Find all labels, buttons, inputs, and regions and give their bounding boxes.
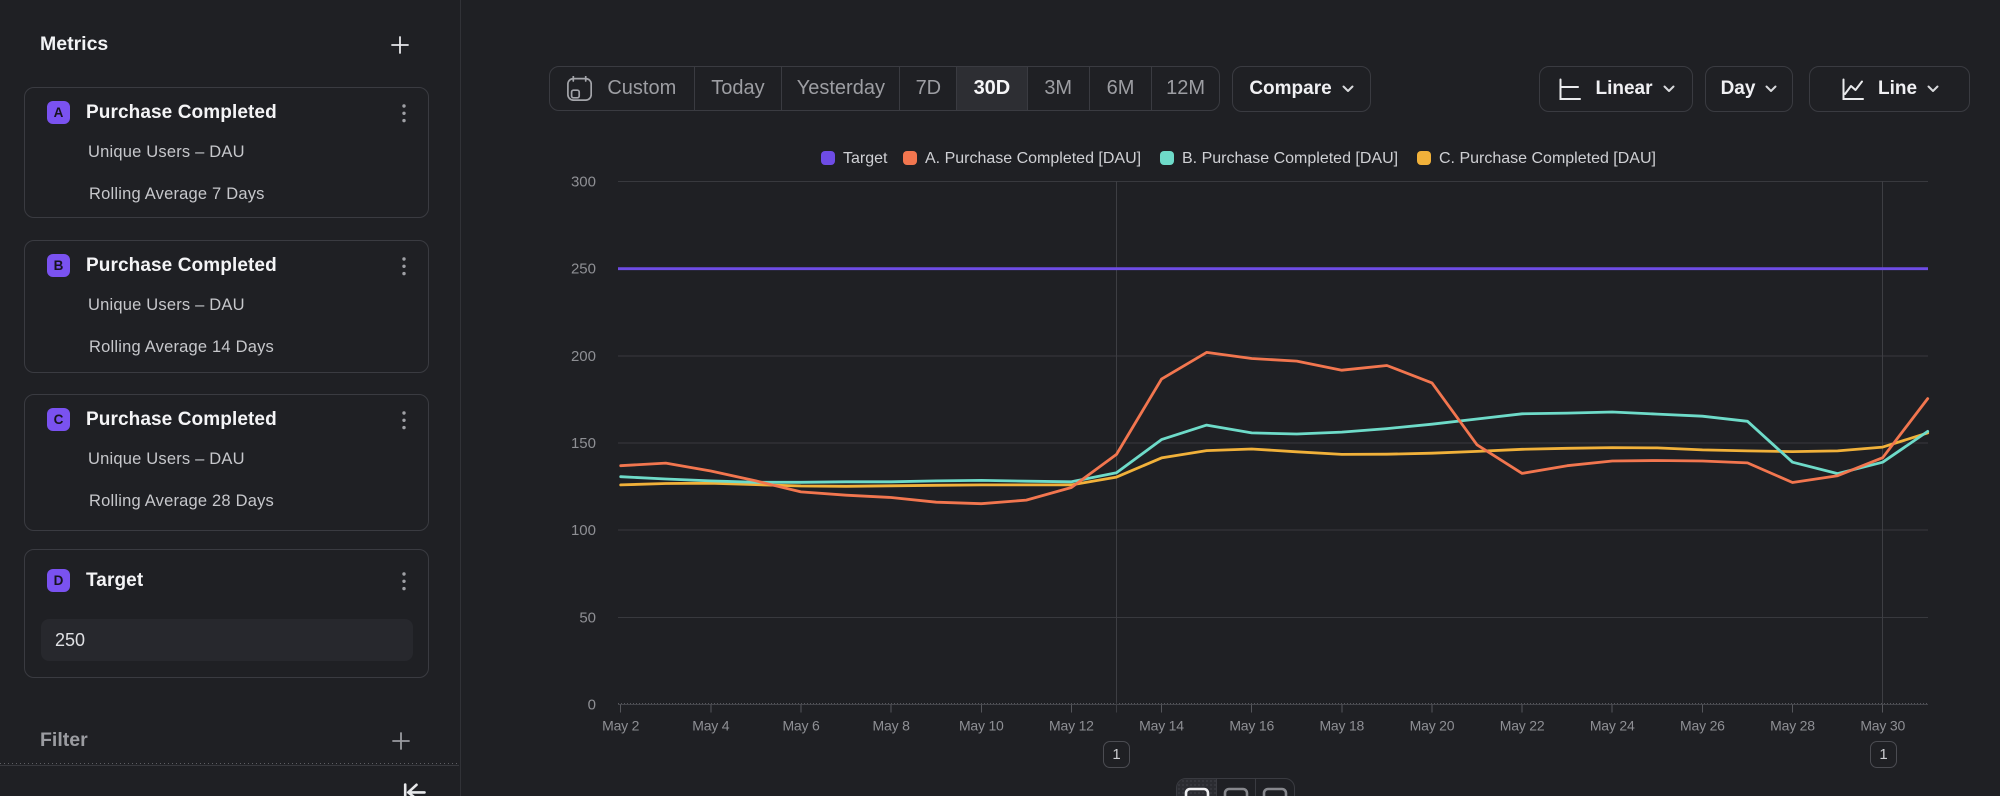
svg-text:May 6: May 6 — [782, 718, 820, 734]
svg-text:May 2: May 2 — [602, 718, 640, 734]
svg-text:May 22: May 22 — [1500, 718, 1545, 734]
svg-text:May 18: May 18 — [1319, 718, 1364, 734]
svg-text:200: 200 — [571, 348, 596, 365]
svg-text:May 12: May 12 — [1049, 718, 1094, 734]
svg-text:May 28: May 28 — [1770, 718, 1815, 734]
svg-text:May 16: May 16 — [1229, 718, 1274, 734]
svg-text:May 14: May 14 — [1139, 718, 1184, 734]
svg-text:0: 0 — [588, 697, 596, 714]
svg-text:May 8: May 8 — [873, 718, 911, 734]
svg-text:May 26: May 26 — [1680, 718, 1725, 734]
svg-text:May 20: May 20 — [1410, 718, 1455, 734]
svg-text:May 10: May 10 — [959, 718, 1004, 734]
svg-text:May 24: May 24 — [1590, 718, 1635, 734]
svg-text:May 30: May 30 — [1860, 718, 1905, 734]
svg-text:300: 300 — [571, 174, 596, 191]
svg-text:150: 150 — [571, 435, 596, 452]
svg-text:100: 100 — [571, 522, 596, 539]
svg-text:250: 250 — [571, 261, 596, 278]
svg-text:50: 50 — [579, 609, 596, 626]
svg-text:May 4: May 4 — [692, 718, 730, 734]
